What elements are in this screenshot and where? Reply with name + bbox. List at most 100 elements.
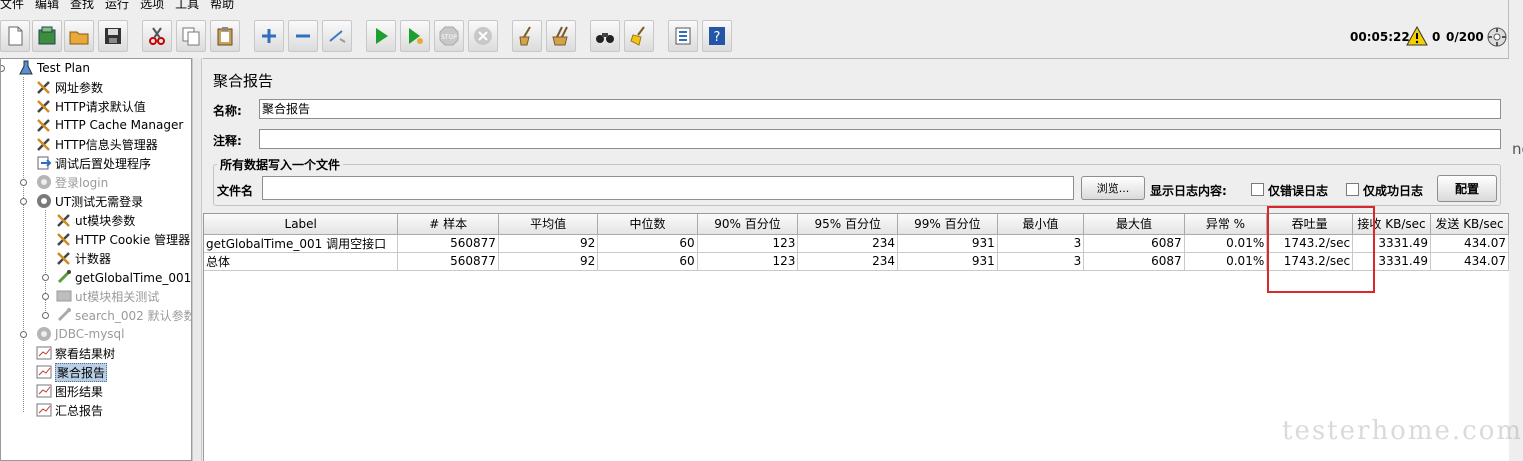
- tree-node-config[interactable]: HTTP请求默认值: [35, 97, 146, 115]
- menu-help[interactable]: 帮助: [210, 0, 234, 10]
- comment-field[interactable]: [259, 129, 1501, 149]
- remote-status-icon[interactable]: [1486, 26, 1508, 48]
- collapse-button[interactable]: [288, 20, 318, 52]
- tree-node-listener[interactable]: 图形结果: [35, 382, 103, 400]
- clear-button[interactable]: [512, 20, 542, 52]
- cell-min: 3: [997, 252, 1085, 271]
- tree-node-thread-group[interactable]: UT测试无需登录: [35, 192, 143, 210]
- cell-median: 60: [597, 234, 698, 253]
- tree-connector: [23, 77, 24, 412]
- gear-icon: [37, 327, 51, 341]
- col-median[interactable]: 中位数: [597, 214, 698, 235]
- shutdown-icon: [474, 27, 492, 45]
- warning-icon[interactable]: [1406, 26, 1428, 46]
- new-button[interactable]: [0, 20, 30, 52]
- tree-node-config[interactable]: 网址参数: [35, 78, 103, 96]
- tree-node-label: 计数器: [75, 251, 112, 266]
- tree-node-sampler[interactable]: search_002 默认参数: [55, 306, 191, 324]
- tree-node-listener[interactable]: 察看结果树: [35, 344, 115, 362]
- search-button[interactable]: [590, 20, 620, 52]
- col-p95[interactable]: 95% 百分位: [797, 214, 899, 235]
- tree-node-label: ut模块相关测试: [75, 289, 160, 304]
- function-helper-button[interactable]: [668, 20, 698, 52]
- save-button[interactable]: [98, 20, 128, 52]
- start-no-pauses-button[interactable]: [400, 20, 430, 52]
- menu-search[interactable]: 查找: [70, 0, 94, 10]
- tree-node-config[interactable]: ut模块参数: [55, 211, 135, 229]
- help-button[interactable]: ?: [702, 20, 732, 52]
- shutdown-button[interactable]: [468, 20, 498, 52]
- table-row[interactable]: getGlobalTime_001 调用空接口 560877 92 60 123…: [204, 234, 1510, 253]
- list-icon: [675, 27, 691, 45]
- reset-search-button[interactable]: [624, 20, 654, 52]
- minus-icon: [296, 34, 310, 38]
- open-button[interactable]: [64, 20, 94, 52]
- configure-button[interactable]: 配置: [1437, 175, 1497, 202]
- col-throughput[interactable]: 吞吐量: [1266, 214, 1354, 235]
- menu-tools[interactable]: 工具: [175, 0, 199, 10]
- toggle-button[interactable]: [322, 20, 352, 52]
- tree-node-thread-group[interactable]: 登录login: [35, 173, 108, 191]
- tree-node-postprocessor[interactable]: 调试后置处理程序: [35, 154, 151, 172]
- tree-node-label: HTTP Cookie 管理器: [75, 232, 191, 247]
- start-button[interactable]: [366, 20, 396, 52]
- cell-p90: 123: [697, 234, 799, 253]
- col-error-pct[interactable]: 异常 %: [1184, 214, 1268, 235]
- col-received-kb[interactable]: 接收 KB/sec: [1352, 214, 1431, 235]
- copy-icon: [182, 27, 200, 46]
- filename-field[interactable]: [262, 176, 1074, 200]
- col-p90[interactable]: 90% 百分位: [697, 214, 799, 235]
- listener-chart-icon: [36, 346, 52, 360]
- stop-button[interactable]: STOP: [434, 20, 464, 52]
- pane-splitter[interactable]: [192, 58, 202, 461]
- cell-max: 6087: [1083, 252, 1185, 271]
- tree-node-listener-selected[interactable]: 聚合报告: [35, 362, 108, 382]
- gettime-expand-handle[interactable]: [42, 274, 49, 281]
- paste-button[interactable]: [210, 20, 240, 52]
- expand-button[interactable]: [254, 20, 284, 52]
- col-min[interactable]: 最小值: [997, 214, 1085, 235]
- clear-all-button[interactable]: [546, 20, 576, 52]
- tree-node-config[interactable]: HTTP信息头管理器: [35, 135, 158, 153]
- cell-error-pct: 0.01%: [1184, 234, 1268, 253]
- search-expand-handle[interactable]: [42, 312, 49, 319]
- copy-button[interactable]: [176, 20, 206, 52]
- errors-only-label: 仅错误日志: [1268, 184, 1329, 198]
- browse-button[interactable]: 浏览...: [1081, 176, 1145, 200]
- menu-run[interactable]: 运行: [105, 0, 129, 10]
- tree-node-label: 图形结果: [55, 384, 104, 399]
- login-expand-handle[interactable]: [20, 179, 27, 186]
- table-row[interactable]: 总体 560877 92 60 123 234 931 3 6087 0.01%…: [204, 252, 1510, 271]
- tree-node-config[interactable]: 计数器: [55, 249, 111, 267]
- cut-button[interactable]: [142, 20, 172, 52]
- tree-node-config[interactable]: HTTP Cache Manager: [35, 116, 183, 134]
- success-only-checkbox[interactable]: [1346, 183, 1359, 196]
- jdbc-expand-handle[interactable]: [20, 331, 27, 338]
- col-samples[interactable]: # 样本: [397, 214, 499, 235]
- ut-module-expand-handle[interactable]: [42, 293, 49, 300]
- menu-file[interactable]: 文件: [0, 0, 24, 10]
- templates-button[interactable]: [32, 20, 62, 52]
- svg-text:STOP: STOP: [441, 34, 457, 41]
- tree-node-test-plan[interactable]: Test Plan: [17, 59, 90, 77]
- test-plan-expand-handle[interactable]: [1, 65, 5, 72]
- tree-node-config[interactable]: HTTP Cookie 管理器: [55, 230, 190, 248]
- col-max[interactable]: 最大值: [1083, 214, 1185, 235]
- tree-node-thread-group[interactable]: JDBC-mysql: [35, 325, 125, 343]
- col-p99[interactable]: 99% 百分位: [897, 214, 998, 235]
- col-sent-kb[interactable]: 发送 KB/sec: [1430, 214, 1510, 235]
- col-label[interactable]: Label: [204, 214, 399, 235]
- tree-node-label: 登录login: [55, 175, 109, 190]
- errors-only-checkbox[interactable]: [1251, 183, 1264, 196]
- tree-node-listener[interactable]: 汇总报告: [35, 401, 103, 419]
- ut-expand-handle[interactable]: [20, 198, 27, 205]
- tree-node-label: 调试后置处理程序: [55, 156, 152, 171]
- menu-options[interactable]: 选项: [140, 0, 164, 10]
- tree-node-sampler[interactable]: getGlobalTime_001 调: [55, 268, 191, 286]
- tree-node-controller[interactable]: ut模块相关测试: [55, 287, 159, 305]
- menu-edit[interactable]: 编辑: [35, 0, 59, 10]
- tree-node-label: 汇总报告: [55, 403, 104, 418]
- name-field[interactable]: 聚合报告: [259, 99, 1501, 119]
- col-average[interactable]: 平均值: [498, 214, 599, 235]
- tree-node-label: UT测试无需登录: [55, 194, 144, 209]
